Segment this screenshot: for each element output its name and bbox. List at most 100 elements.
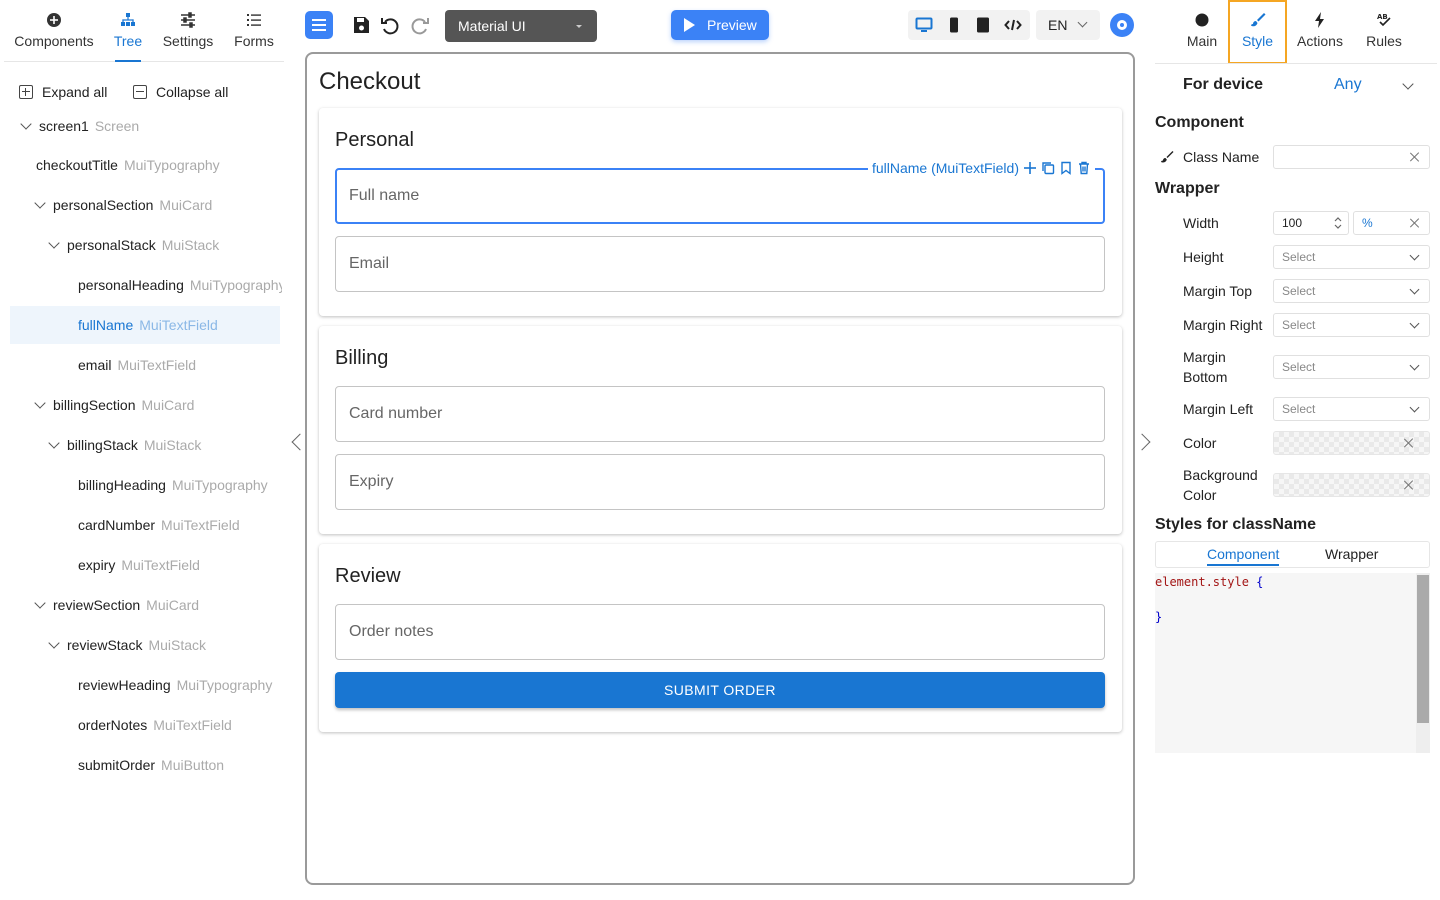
tab-settings[interactable]: Settings — [158, 0, 218, 62]
email-field[interactable]: Email — [335, 236, 1105, 292]
tree-node[interactable]: reviewHeading MuiTypography — [0, 666, 282, 704]
tab-components[interactable]: Components — [10, 0, 98, 62]
tab-tree[interactable]: Tree — [106, 0, 150, 62]
margin-bottom-select[interactable]: Select — [1273, 355, 1430, 379]
color-picker[interactable] — [1273, 431, 1430, 455]
tree-node-type: MuiTypography — [176, 677, 273, 693]
margin-right-select[interactable]: Select — [1273, 313, 1430, 337]
tab-label: Settings — [162, 33, 214, 49]
trash-icon[interactable] — [1077, 161, 1091, 175]
bookmark-icon[interactable] — [1059, 161, 1073, 175]
margin-left-select[interactable]: Select — [1273, 397, 1430, 421]
tree-node[interactable]: billingStack MuiStack — [0, 426, 282, 464]
tree-node[interactable]: email MuiTextField — [0, 346, 282, 384]
width-label: Width — [1183, 215, 1219, 231]
checkout-title[interactable]: Checkout — [319, 68, 420, 96]
tree-node[interactable]: checkoutTitle MuiTypography — [0, 146, 282, 184]
tree-node[interactable]: reviewSection MuiCard — [0, 586, 282, 624]
clear-icon[interactable] — [1404, 438, 1414, 448]
background-color-picker[interactable] — [1273, 473, 1430, 497]
chevron-down-icon[interactable] — [20, 118, 32, 130]
chevron-down-icon[interactable] — [34, 597, 46, 609]
code-icon[interactable] — [1004, 16, 1022, 34]
tree-node[interactable]: billingHeading MuiTypography — [0, 466, 282, 504]
height-select[interactable]: Select — [1273, 245, 1430, 269]
tab-main[interactable]: Main — [1180, 0, 1224, 64]
tree-node[interactable]: billingSection MuiCard — [0, 386, 282, 424]
review-heading[interactable]: Review — [335, 565, 401, 588]
review-section[interactable]: Review Order notes SUBMIT ORDER — [319, 544, 1122, 732]
clear-icon[interactable] — [1410, 152, 1420, 162]
clear-icon[interactable] — [1404, 480, 1414, 490]
chevron-down-icon — [1077, 17, 1088, 28]
add-icon[interactable] — [1023, 161, 1037, 175]
tab-rules[interactable]: AB Rules — [1354, 0, 1414, 64]
gear-icon[interactable] — [1110, 13, 1134, 37]
chevron-down-icon[interactable] — [34, 397, 46, 409]
collapse-right-icon[interactable] — [1133, 433, 1151, 451]
email-label: Email — [349, 255, 390, 272]
class-name-input[interactable] — [1273, 145, 1430, 169]
tree-node[interactable]: expiry MuiTextField — [0, 546, 282, 584]
tree-node[interactable]: screen1 Screen — [0, 106, 282, 146]
select-placeholder: Select — [1282, 250, 1316, 264]
tree-node-name: reviewSection — [53, 597, 141, 613]
menu-line — [312, 19, 326, 21]
language-select[interactable]: EN — [1036, 10, 1100, 40]
chevron-down-icon — [1409, 402, 1420, 413]
tablet-icon[interactable] — [974, 16, 992, 34]
save-icon[interactable] — [350, 14, 372, 36]
css-editor[interactable]: element.style { } — [1155, 573, 1430, 753]
top-toolbar: Material UI Preview EN — [288, 0, 1152, 52]
desktop-icon[interactable] — [915, 16, 933, 34]
chevron-down-icon[interactable] — [48, 637, 60, 649]
tree-node-name: billingHeading — [78, 477, 166, 493]
tree-node[interactable]: personalSection MuiCard — [0, 186, 282, 224]
chevron-down-icon[interactable] — [48, 437, 60, 449]
tree-node[interactable]: personalStack MuiStack — [0, 226, 282, 264]
tab-forms[interactable]: Forms — [230, 0, 278, 62]
tree-node[interactable]: orderNotes MuiTextField — [0, 706, 282, 744]
width-unit-select[interactable]: % — [1353, 211, 1430, 235]
order-notes-label: Order notes — [349, 623, 434, 640]
margin-top-select[interactable]: Select — [1273, 279, 1430, 303]
personal-heading[interactable]: Personal — [335, 129, 414, 152]
device-select[interactable]: Any — [1334, 76, 1362, 94]
tree-node[interactable]: fullName MuiTextField — [10, 306, 280, 344]
card-number-field[interactable]: Card number — [335, 386, 1105, 442]
tree-node-type: MuiStack — [143, 437, 202, 453]
preview-button[interactable]: Preview — [671, 10, 769, 40]
personal-section[interactable]: Personal Full name fullName (MuiTextFiel… — [319, 108, 1122, 316]
editor-scrollbar[interactable] — [1416, 573, 1430, 753]
collapse-all-button[interactable]: Collapse all — [133, 84, 228, 100]
clear-icon[interactable] — [1410, 218, 1420, 228]
tab-actions[interactable]: Actions — [1292, 0, 1348, 64]
duplicate-icon[interactable] — [1041, 161, 1055, 175]
expiry-label: Expiry — [349, 473, 394, 490]
tab-style[interactable]: Style — [1228, 0, 1287, 64]
phone-icon[interactable] — [945, 16, 963, 34]
library-select[interactable]: Material UI — [445, 10, 597, 42]
menu-button[interactable] — [305, 11, 333, 39]
stepper-icon[interactable] — [1334, 215, 1342, 231]
expand-all-button[interactable]: Expand all — [19, 84, 107, 100]
billing-heading[interactable]: Billing — [335, 347, 388, 370]
width-input[interactable]: 100 — [1273, 211, 1349, 235]
redo-icon[interactable] — [409, 14, 431, 36]
chevron-down-icon[interactable] — [34, 197, 46, 209]
expiry-field[interactable]: Expiry — [335, 454, 1105, 510]
chevron-down-icon[interactable] — [1402, 78, 1414, 90]
subtab-component[interactable]: Component — [1207, 546, 1280, 566]
billing-section[interactable]: Billing Card number Expiry — [319, 326, 1122, 534]
tree-node[interactable]: submitOrder MuiButton — [0, 746, 282, 784]
submit-order-button[interactable]: SUBMIT ORDER — [335, 672, 1105, 708]
order-notes-field[interactable]: Order notes — [335, 604, 1105, 660]
chevron-down-icon[interactable] — [48, 237, 60, 249]
undo-icon[interactable] — [379, 14, 401, 36]
full-name-field[interactable]: Full name fullName (MuiTextField) — [335, 157, 1105, 224]
select-placeholder: Select — [1282, 284, 1316, 298]
tree-node[interactable]: personalHeading MuiTypography — [0, 266, 282, 304]
tree-node[interactable]: cardNumber MuiTextField — [0, 506, 282, 544]
tree-node[interactable]: reviewStack MuiStack — [0, 626, 282, 664]
subtab-wrapper[interactable]: Wrapper — [1325, 546, 1378, 562]
